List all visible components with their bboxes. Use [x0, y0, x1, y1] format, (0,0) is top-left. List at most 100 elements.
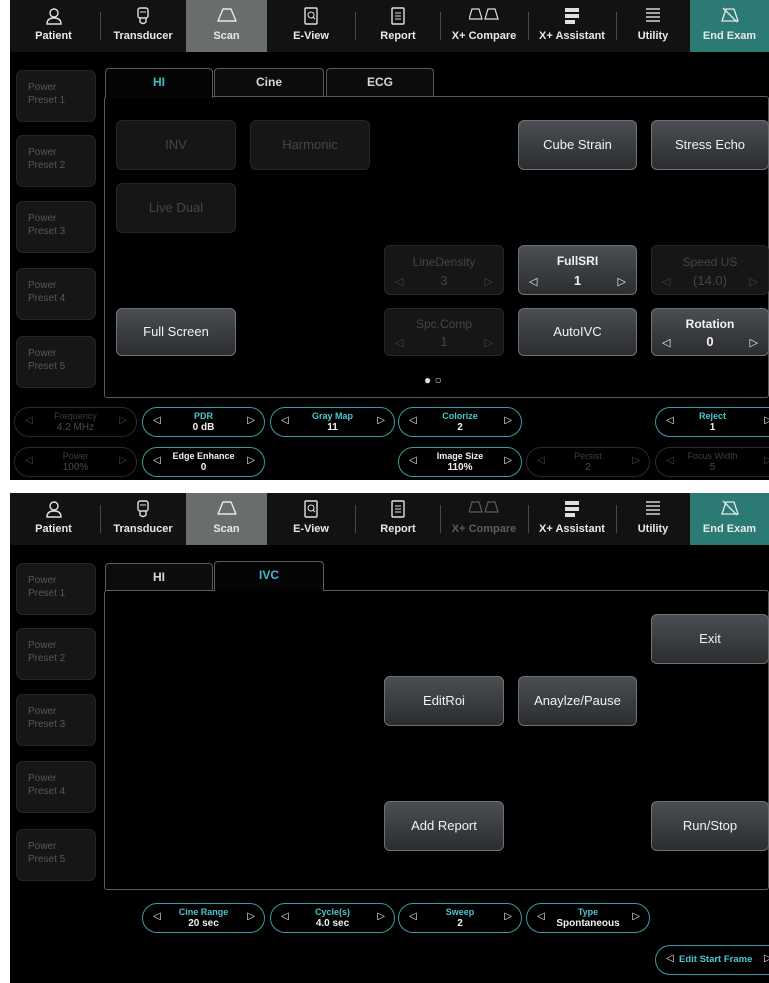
scan-button[interactable]: Scan	[186, 493, 267, 545]
exit-button[interactable]: Exit	[651, 614, 769, 664]
transducer-button[interactable]: Transducer	[103, 0, 183, 52]
decrement-arrow-icon[interactable]: ◁	[537, 911, 545, 922]
decrement-arrow-icon[interactable]: ◁	[25, 415, 33, 426]
increment-arrow-icon[interactable]: ▷	[632, 911, 640, 922]
x-assistant-button[interactable]: X+ Assistant	[530, 0, 614, 52]
reject-knob[interactable]: ◁ Reject 1 ▷	[655, 407, 769, 437]
decrement-arrow-icon[interactable]: ◁	[153, 911, 161, 922]
decrement-arrow-icon[interactable]: ◁	[153, 415, 161, 426]
pdr-knob[interactable]: ◁ PDR 0 dB ▷	[142, 407, 265, 437]
decrement-arrow-icon[interactable]: ◁	[666, 415, 674, 426]
power-preset-4[interactable]: Power Preset 4	[16, 761, 96, 813]
colorize-knob[interactable]: ◁ Colorize 2 ▷	[398, 407, 522, 437]
rotation-stepper[interactable]: Rotation ◁ 0 ▷	[651, 308, 769, 356]
increment-arrow-icon[interactable]: ▷	[750, 336, 758, 349]
increment-arrow-icon[interactable]: ▷	[377, 415, 385, 426]
analyze-pause-button[interactable]: Anaylze/Pause	[518, 676, 637, 726]
increment-arrow-icon[interactable]: ▷	[750, 275, 758, 288]
auto-ivc-button[interactable]: AutoIVC	[518, 308, 637, 356]
increment-arrow-icon[interactable]: ▷	[504, 415, 512, 426]
patient-button[interactable]: Patient	[10, 0, 97, 52]
power-preset-2[interactable]: Power Preset 2	[16, 628, 96, 680]
sweep-knob[interactable]: ◁ Sweep 2 ▷	[398, 903, 522, 933]
increment-arrow-icon[interactable]: ▷	[764, 953, 769, 964]
increment-arrow-icon[interactable]: ▷	[618, 275, 626, 288]
increment-arrow-icon[interactable]: ▷	[764, 415, 769, 426]
power-preset-1[interactable]: Power Preset 1	[16, 70, 96, 122]
e-view-button[interactable]: E-View	[270, 0, 352, 52]
edit-start-frame-knob[interactable]: ◁ Edit Start Frame ▷	[655, 945, 769, 975]
add-report-button[interactable]: Add Report	[384, 801, 504, 851]
increment-arrow-icon[interactable]: ▷	[377, 911, 385, 922]
cycles-knob[interactable]: ◁ Cycle(s) 4.0 sec ▷	[270, 903, 395, 933]
edge-enhance-knob[interactable]: ◁ Edge Enhance 0 ▷	[142, 447, 265, 477]
increment-arrow-icon[interactable]: ▷	[485, 275, 493, 288]
increment-arrow-icon[interactable]: ▷	[632, 455, 640, 466]
increment-arrow-icon[interactable]: ▷	[247, 415, 255, 426]
report-button[interactable]: Report	[358, 0, 438, 52]
power-preset-2[interactable]: Power Preset 2	[16, 135, 96, 187]
power-preset-5[interactable]: Power Preset 5	[16, 336, 96, 388]
edit-roi-button[interactable]: EditRoi	[384, 676, 504, 726]
x-compare-button[interactable]: X+ Compare	[442, 0, 526, 52]
page-indicator[interactable]: ● ○	[424, 373, 442, 387]
type-knob[interactable]: ◁ Type Spontaneous ▷	[526, 903, 650, 933]
tab-cine[interactable]: Cine	[214, 68, 324, 96]
power-preset-3[interactable]: Power Preset 3	[16, 694, 96, 746]
end-exam-button[interactable]: End Exam	[690, 493, 769, 545]
persist-knob[interactable]: ◁ Persist 2 ▷	[526, 447, 650, 477]
decrement-arrow-icon[interactable]: ◁	[409, 415, 417, 426]
speed-us-stepper[interactable]: Speed US ◁ (14.0) ▷	[651, 245, 769, 295]
full-screen-button[interactable]: Full Screen	[116, 308, 236, 356]
run-stop-button[interactable]: Run/Stop	[651, 801, 769, 851]
e-view-button[interactable]: E-View	[270, 493, 352, 545]
image-size-knob[interactable]: ◁ Image Size 110% ▷	[398, 447, 522, 477]
decrement-arrow-icon[interactable]: ◁	[666, 953, 674, 964]
live-dual-button[interactable]: Live Dual	[116, 183, 236, 233]
end-exam-button[interactable]: End Exam	[690, 0, 769, 52]
inv-button[interactable]: INV	[116, 120, 236, 170]
decrement-arrow-icon[interactable]: ◁	[666, 455, 674, 466]
decrement-arrow-icon[interactable]: ◁	[281, 911, 289, 922]
increment-arrow-icon[interactable]: ▷	[485, 336, 493, 349]
tab-hi[interactable]: HI	[105, 563, 213, 591]
increment-arrow-icon[interactable]: ▷	[119, 415, 127, 426]
spc-comp-stepper[interactable]: Spc.Comp ◁ 1 ▷	[384, 308, 504, 356]
harmonic-button[interactable]: Harmonic	[250, 120, 370, 170]
increment-arrow-icon[interactable]: ▷	[504, 911, 512, 922]
patient-button[interactable]: Patient	[10, 493, 97, 545]
power-preset-1[interactable]: Power Preset 1	[16, 563, 96, 615]
tab-ecg[interactable]: ECG	[326, 68, 434, 96]
power-preset-4[interactable]: Power Preset 4	[16, 268, 96, 320]
decrement-arrow-icon[interactable]: ◁	[409, 455, 417, 466]
line-density-stepper[interactable]: LineDensity ◁ 3 ▷	[384, 245, 504, 295]
transducer-button[interactable]: Transducer	[103, 493, 183, 545]
focus-width-knob[interactable]: ◁ Focus Width 5 ▷	[655, 447, 769, 477]
decrement-arrow-icon[interactable]: ◁	[25, 455, 33, 466]
increment-arrow-icon[interactable]: ▷	[764, 455, 769, 466]
increment-arrow-icon[interactable]: ▷	[119, 455, 127, 466]
decrement-arrow-icon[interactable]: ◁	[537, 455, 545, 466]
utility-button[interactable]: Utility	[618, 493, 688, 545]
x-compare-button[interactable]: X+ Compare	[442, 493, 526, 545]
decrement-arrow-icon[interactable]: ◁	[281, 415, 289, 426]
increment-arrow-icon[interactable]: ▷	[247, 911, 255, 922]
power-knob[interactable]: ◁ Power 100% ▷	[14, 447, 137, 477]
tab-ivc[interactable]: IVC	[214, 561, 324, 591]
decrement-arrow-icon[interactable]: ◁	[153, 455, 161, 466]
scan-button[interactable]: Scan	[186, 0, 267, 52]
increment-arrow-icon[interactable]: ▷	[504, 455, 512, 466]
frequency-knob[interactable]: ◁ Frequency 4.2 MHz ▷	[14, 407, 137, 437]
stress-echo-button[interactable]: Stress Echo	[651, 120, 769, 170]
power-preset-3[interactable]: Power Preset 3	[16, 201, 96, 253]
utility-button[interactable]: Utility	[618, 0, 688, 52]
increment-arrow-icon[interactable]: ▷	[247, 455, 255, 466]
report-button[interactable]: Report	[358, 493, 438, 545]
cube-strain-button[interactable]: Cube Strain	[518, 120, 637, 170]
fullsri-stepper[interactable]: FullSRI ◁ 1 ▷	[518, 245, 637, 295]
power-preset-5[interactable]: Power Preset 5	[16, 829, 96, 881]
gray-map-knob[interactable]: ◁ Gray Map 11 ▷	[270, 407, 395, 437]
cine-range-knob[interactable]: ◁ Cine Range 20 sec ▷	[142, 903, 265, 933]
tab-hi[interactable]: HI	[105, 68, 213, 98]
decrement-arrow-icon[interactable]: ◁	[409, 911, 417, 922]
